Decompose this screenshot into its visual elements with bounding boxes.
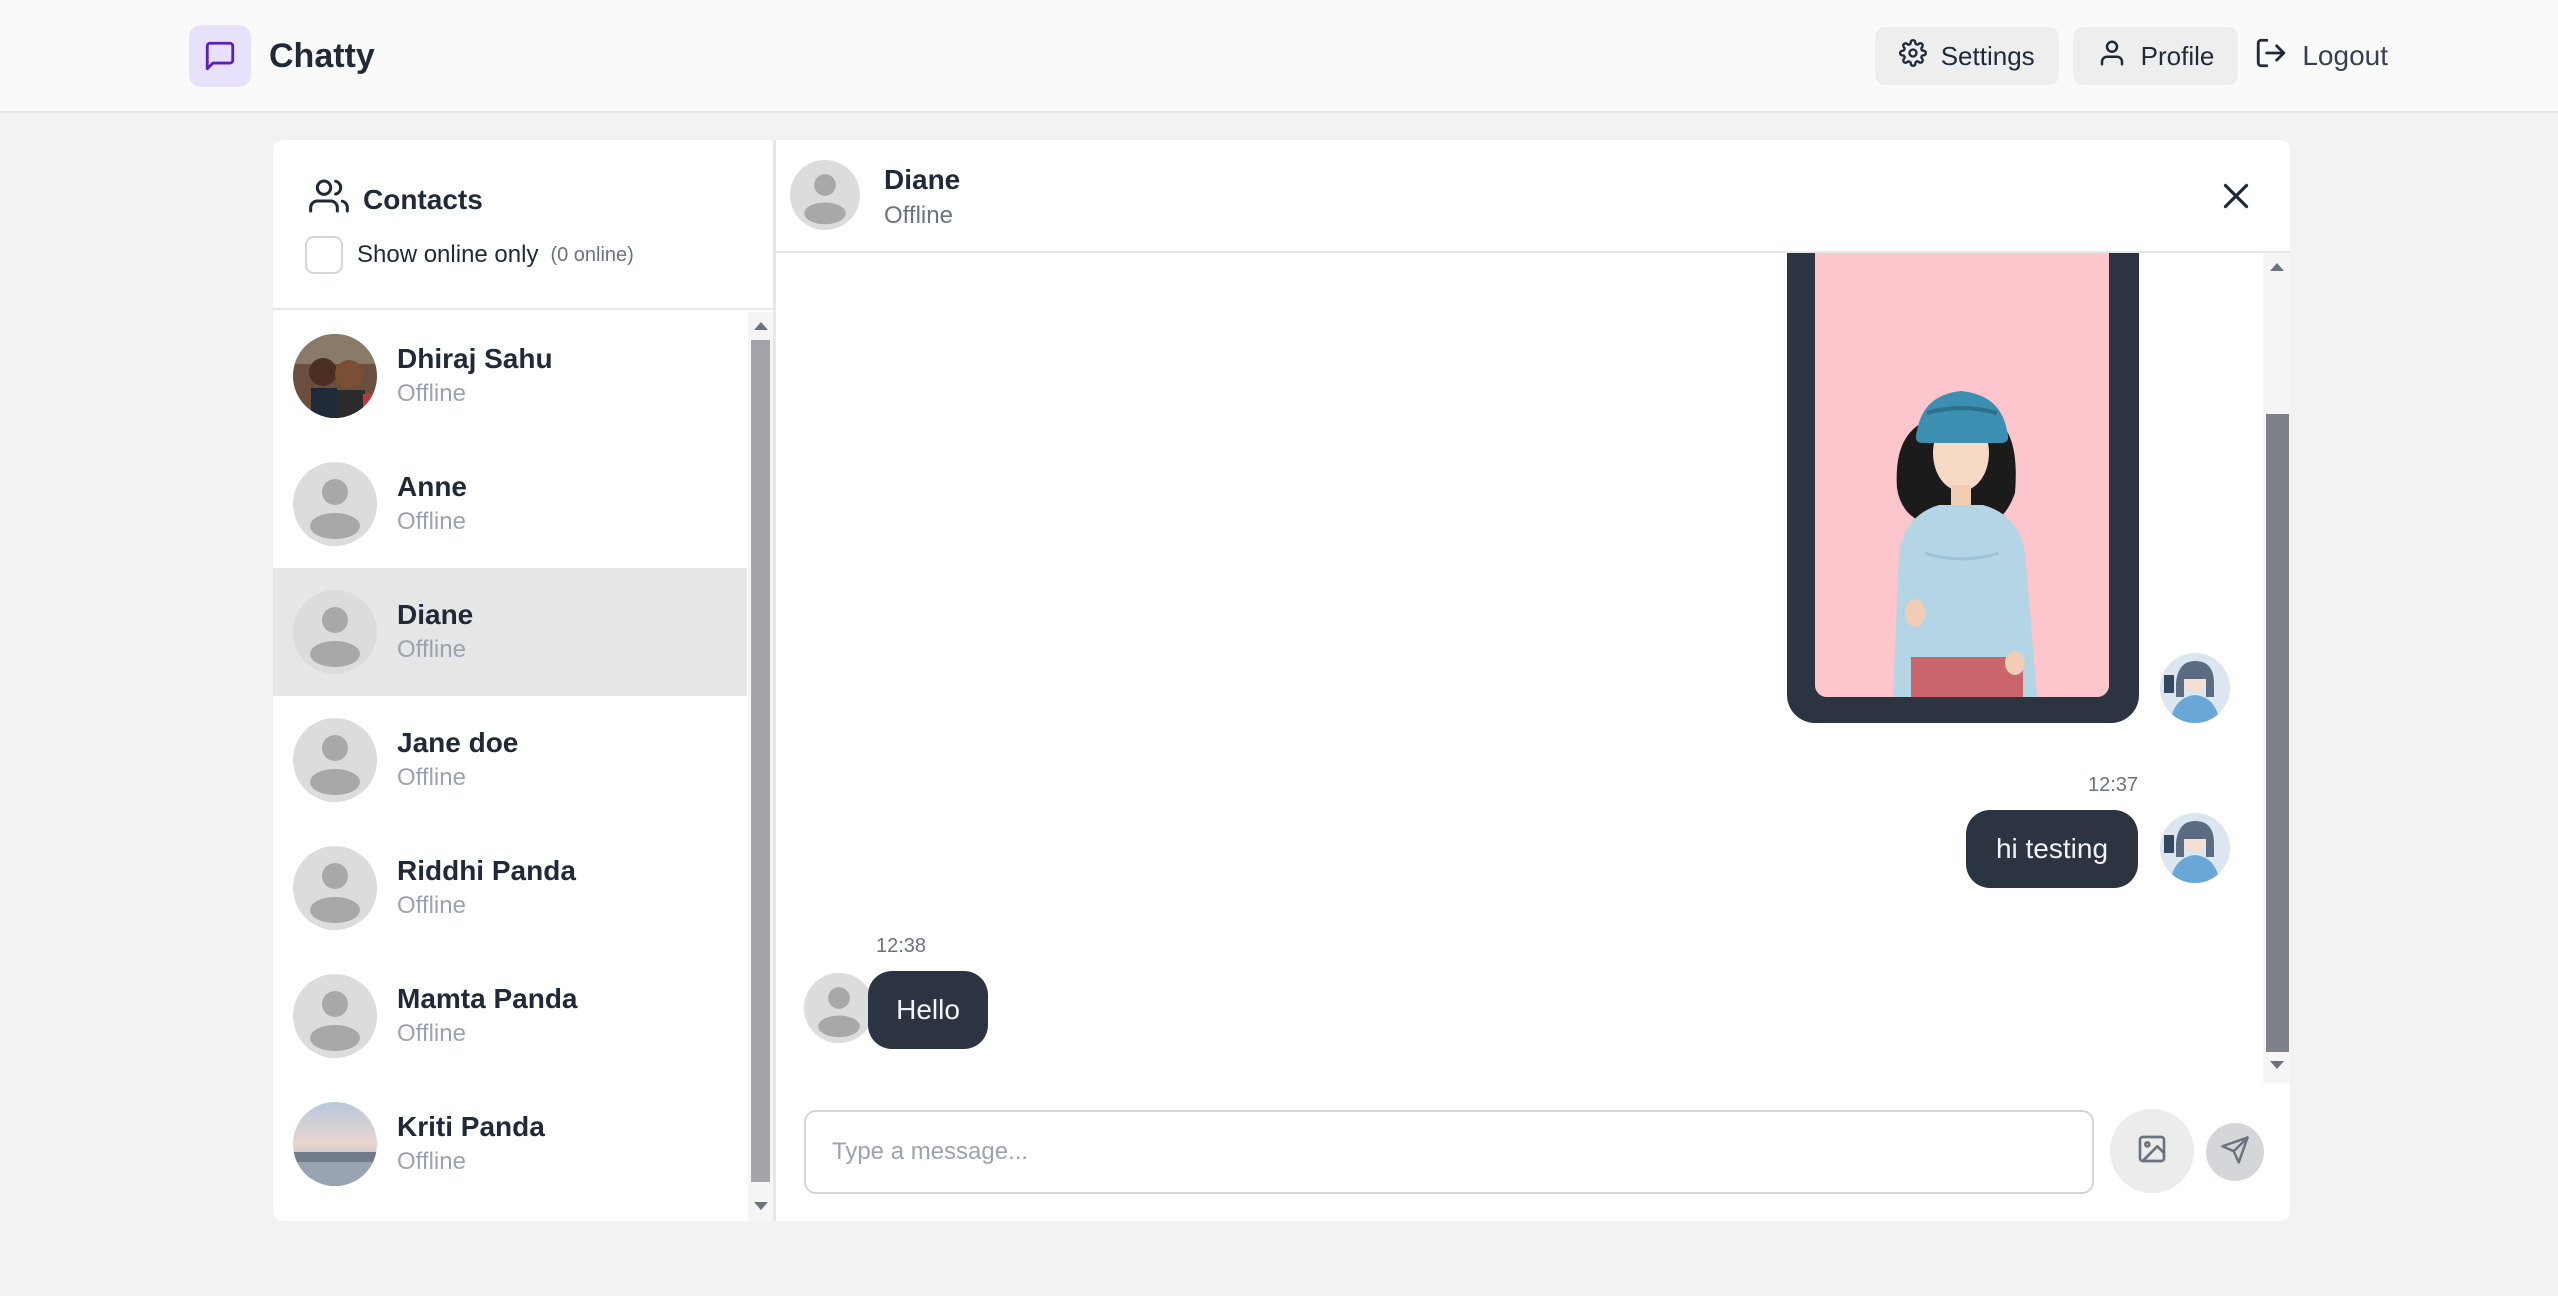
received-message-bubble: Hello [868,971,988,1049]
online-only-checkbox[interactable] [305,236,343,274]
gear-icon [1898,38,1941,74]
contact-item[interactable]: Kriti Panda Offline [273,1080,747,1208]
default-avatar-icon [804,973,874,1043]
contact-status: Offline [397,1020,466,1047]
contact-name: Kriti Panda [397,1111,545,1142]
contact-item[interactable]: Anne Offline [273,440,747,568]
logout-button[interactable]: Logout [2254,36,2388,77]
contact-item-selected[interactable]: Diane Offline [273,568,747,696]
contact-status: Offline [397,1148,466,1175]
online-filter[interactable]: Show online only (0 online) [305,236,634,274]
contacts-header: Contacts Show online only (0 online) [273,140,773,310]
contact-name: Anne [397,471,467,502]
settings-label: Settings [1940,40,2035,71]
scroll-down-arrow[interactable] [754,1202,768,1210]
chat-panel: Contacts Show online only (0 online) Dhi… [273,140,2290,1221]
scroll-down-arrow[interactable] [2270,1061,2284,1069]
profile-button[interactable]: Profile [2072,27,2239,85]
avatar [293,334,377,418]
close-icon[interactable] [2218,178,2254,214]
contact-status: Offline [397,764,466,791]
send-icon [2220,1135,2250,1170]
contact-list[interactable]: Dhiraj Sahu Offline Anne Offline Diane O… [273,312,747,1221]
contact-name: Riddhi Panda [397,855,576,886]
default-avatar-icon [293,462,377,546]
message-image[interactable] [1815,253,2109,697]
default-avatar-icon [790,160,860,230]
users-icon [309,176,363,223]
contact-name: Mamta Panda [397,983,578,1014]
contacts-title-text: Contacts [363,183,483,215]
user-icon [2097,38,2141,75]
contact-item[interactable]: Dhiraj Sahu Offline [273,312,747,440]
default-avatar-icon [293,590,377,674]
nav-actions: Settings Profile Logout [1861,27,2388,85]
contact-status: Offline [397,892,466,919]
message-composer [776,1083,2290,1221]
profile-label: Profile [2140,40,2215,71]
avatar [293,1102,377,1186]
contact-name: Dhiraj Sahu [397,343,553,374]
message-list[interactable]: 12:37 hi testing 12:38 Hello [776,253,2290,1083]
message-input[interactable] [804,1110,2094,1194]
message-time: 12:37 [2088,774,2139,796]
contact-item[interactable]: Riddhi Panda Offline [273,824,747,952]
settings-button[interactable]: Settings [1874,27,2059,85]
chat-contact-name: Diane [884,164,961,195]
default-avatar-icon [293,974,377,1058]
attach-image-button[interactable] [2110,1109,2194,1193]
my-avatar [2160,813,2230,883]
contact-name: Diane [397,599,474,630]
contact-status: Offline [397,636,466,663]
message-square-icon [189,25,251,87]
app-name: Chatty [269,36,375,75]
my-avatar [2160,653,2230,723]
scroll-up-arrow[interactable] [2270,263,2284,271]
sent-message-bubble: hi testing [1966,810,2138,888]
online-filter-label: Show online only [357,241,539,268]
brand-link[interactable]: Chatty [189,25,375,87]
default-avatar-icon [293,846,377,930]
contact-status: Offline [397,508,466,535]
logout-label: Logout [2302,40,2388,71]
contact-name: Jane doe [397,727,519,758]
contacts-sidebar: Contacts Show online only (0 online) Dhi… [273,140,776,1221]
send-button[interactable] [2206,1123,2264,1181]
scroll-up-arrow[interactable] [754,322,768,330]
scroll-thumb[interactable] [751,340,770,1182]
navbar: Chatty Settings Profile Logout [0,0,2558,113]
message-time: 12:38 [876,935,927,957]
contacts-scrollbar[interactable] [748,312,773,1221]
contact-item[interactable]: Mamta Panda Offline [273,952,747,1080]
online-count: (0 online) [550,243,634,266]
image-icon [2136,1133,2168,1170]
logout-icon [2254,36,2302,77]
chat-contact-status: Offline [884,202,953,229]
scroll-thumb[interactable] [2266,414,2289,1052]
messages-scrollbar[interactable] [2263,253,2290,1083]
chat-header: Diane Offline [776,140,2290,253]
contacts-title: Contacts [309,176,483,223]
contact-status: Offline [397,380,466,407]
contact-item[interactable]: Jane doe Offline [273,696,747,824]
default-avatar-icon [293,718,377,802]
